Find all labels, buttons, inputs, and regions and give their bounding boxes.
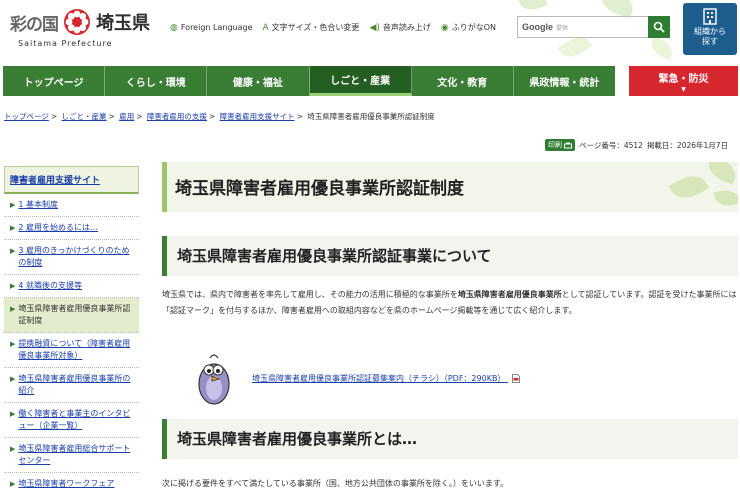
speaker-icon: ◀) bbox=[369, 22, 380, 33]
sidebar-title[interactable]: 障害者雇用支援サイト bbox=[4, 166, 139, 194]
print-button[interactable]: 印刷 bbox=[545, 139, 575, 151]
breadcrumb-link[interactable]: トップページ bbox=[4, 112, 49, 121]
intro-paragraph: 埼玉県では、県内で障害者を率先して雇用し、その能力の活用に積極的な事業所を埼玉県… bbox=[162, 290, 737, 315]
leaflet-pdf-link[interactable]: 埼玉県障害者雇用優良事業所認証募集案内（チラシ）（PDF：290KB） bbox=[252, 373, 520, 384]
breadcrumb-link[interactable]: 障害者雇用支援サイト bbox=[220, 112, 295, 121]
arrow-right-icon: ▶ bbox=[10, 224, 16, 232]
site-search: Google 提供 bbox=[517, 16, 670, 38]
arrow-right-icon: ▶ bbox=[10, 201, 16, 209]
search-input[interactable]: Google 提供 bbox=[517, 16, 648, 38]
furigana-icon: ◉ bbox=[440, 22, 449, 33]
kobaton-mascot-icon bbox=[198, 354, 230, 405]
sidebar-item-certification[interactable]: ▶ 埼玉県障害者雇用優良事業所認証制度 bbox=[4, 298, 139, 333]
sidebar-item-start[interactable]: ▶ 2 雇用を始めるには… bbox=[4, 217, 139, 240]
logo-motto: 彩の国 bbox=[10, 14, 59, 35]
sidebar-item-support-center[interactable]: ▶ 埼玉県障害者雇用総合サポートセンター bbox=[4, 438, 139, 473]
site-header: 彩の国 埼玉県 Saitama Prefecture ◍ Foreign Lan… bbox=[0, 0, 740, 66]
leaf-decoration bbox=[713, 188, 738, 208]
breadcrumb-current: 埼玉県障害者雇用優良事業所認証制度 bbox=[307, 112, 435, 121]
org-search-button[interactable]: 組織から 探す bbox=[683, 3, 737, 55]
text-size-icon: A bbox=[262, 22, 269, 33]
main-content: 埼玉県障害者雇用優良事業所認証制度 埼玉県障害者雇用優良事業所認証事業について … bbox=[162, 162, 738, 488]
utility-links: ◍ Foreign Language A 文字サイズ・色合い変更 ◀) 音声読み… bbox=[170, 22, 496, 33]
page-number: ページ番号：4512 bbox=[579, 140, 643, 150]
breadcrumb-link[interactable]: 障害者雇用の支援 bbox=[147, 112, 207, 121]
printer-icon bbox=[564, 142, 572, 148]
nav-item-living[interactable]: くらし・環境 bbox=[105, 66, 208, 96]
arrow-right-icon: ▶ bbox=[10, 305, 16, 313]
section-heading: 埼玉県障害者雇用優良事業所とは… bbox=[162, 419, 738, 459]
building-icon bbox=[703, 8, 717, 25]
arrow-right-icon: ▶ bbox=[10, 375, 16, 383]
pdf-icon bbox=[512, 373, 520, 383]
text-size-link[interactable]: A 文字サイズ・色合い変更 bbox=[263, 22, 360, 33]
breadcrumb: トップページ > しごと・産業 > 雇用 > 障害者雇用の支援 > 障害者雇用支援サイト… bbox=[4, 112, 435, 121]
requirements-paragraph: 次に掲げる要件をすべて満たしている事業所（国、地方公共団体の事業所を除く。）をい… bbox=[162, 479, 509, 488]
arrow-right-icon: ▶ bbox=[10, 340, 16, 348]
global-nav: トップページ くらし・環境 健康・福祉 しごと・産業 文化・教育 県政情報・統計 bbox=[3, 66, 615, 96]
emergency-button[interactable]: 緊急・防災 ▼ bbox=[629, 66, 738, 96]
saitama-emblem-icon bbox=[64, 9, 90, 35]
sidebar: 障害者雇用支援サイト ▶ 1 基本制度 ▶ 2 雇用を始めるには… ▶ 3 雇用のきっ… bbox=[4, 166, 139, 493]
read-aloud-link[interactable]: ◀) 音声読み上げ bbox=[369, 22, 430, 33]
foreign-language-link[interactable]: ◍ Foreign Language bbox=[170, 22, 253, 33]
sidebar-item-introduction[interactable]: ▶ 埼玉県障害者雇用優良事業所の紹介 bbox=[4, 368, 139, 403]
sidebar-item-basic[interactable]: ▶ 1 基本制度 bbox=[4, 194, 139, 217]
nav-item-culture[interactable]: 文化・教育 bbox=[412, 66, 514, 96]
sidebar-item-opportunity[interactable]: ▶ 3 雇用のきっかけづくりのための制度 bbox=[4, 240, 139, 275]
page-title: 埼玉県障害者雇用優良事業所認証制度 bbox=[175, 179, 464, 199]
nav-item-health[interactable]: 健康・福祉 bbox=[207, 66, 310, 96]
site-logo[interactable]: 彩の国 埼玉県 Saitama Prefecture bbox=[10, 8, 150, 48]
arrow-right-icon: ▶ bbox=[10, 480, 16, 488]
nav-item-work[interactable]: しごと・産業 bbox=[309, 66, 412, 96]
leaf-decoration bbox=[518, 0, 548, 14]
furigana-link[interactable]: ◉ ふりがなON bbox=[441, 22, 496, 33]
sidebar-item-loan[interactable]: ▶ 提携融資について（障害者雇用優良事業所対象） bbox=[4, 333, 139, 368]
arrow-right-icon: ▶ bbox=[10, 282, 16, 290]
nav-item-top[interactable]: トップページ bbox=[3, 66, 106, 96]
publish-date: 掲載日：2026年1月7日 bbox=[646, 140, 729, 150]
arrow-right-icon: ▶ bbox=[10, 247, 16, 255]
nav-item-government[interactable]: 県政情報・統計 bbox=[514, 66, 615, 96]
sidebar-item-support[interactable]: ▶ 4 就職後の支援等 bbox=[4, 275, 139, 298]
page-title-box: 埼玉県障害者雇用優良事業所認証制度 bbox=[162, 162, 738, 212]
sidebar-item-workfair[interactable]: ▶ 埼玉県障害者ワークフェア bbox=[4, 473, 139, 493]
leaf-decoration bbox=[668, 168, 710, 206]
arrow-right-icon: ▶ bbox=[10, 410, 16, 418]
arrow-right-icon: ▶ bbox=[10, 445, 16, 453]
section-heading: 埼玉県障害者雇用優良事業所認証事業について bbox=[162, 236, 738, 276]
logo-english: Saitama Prefecture bbox=[18, 39, 113, 48]
search-icon bbox=[653, 21, 665, 33]
leaflet-row: 埼玉県障害者雇用優良事業所認証募集案内（チラシ）（PDF：290KB） bbox=[192, 350, 520, 406]
breadcrumb-link[interactable]: 雇用 bbox=[119, 112, 134, 121]
sidebar-item-interview[interactable]: ▶ 働く障害者と事業主のインタビュー（企業一覧） bbox=[4, 403, 139, 438]
globe-icon: ◍ bbox=[170, 22, 178, 33]
triangle-down-icon: ▼ bbox=[681, 86, 686, 93]
breadcrumb-link[interactable]: しごと・産業 bbox=[62, 112, 107, 121]
logo-pref-name: 埼玉県 bbox=[96, 13, 150, 34]
leaf-decoration bbox=[704, 162, 738, 185]
search-button[interactable] bbox=[648, 16, 670, 38]
leaf-decoration bbox=[647, 35, 677, 61]
page-meta: 印刷 ページ番号：4512 掲載日：2026年1月7日 bbox=[545, 139, 728, 151]
